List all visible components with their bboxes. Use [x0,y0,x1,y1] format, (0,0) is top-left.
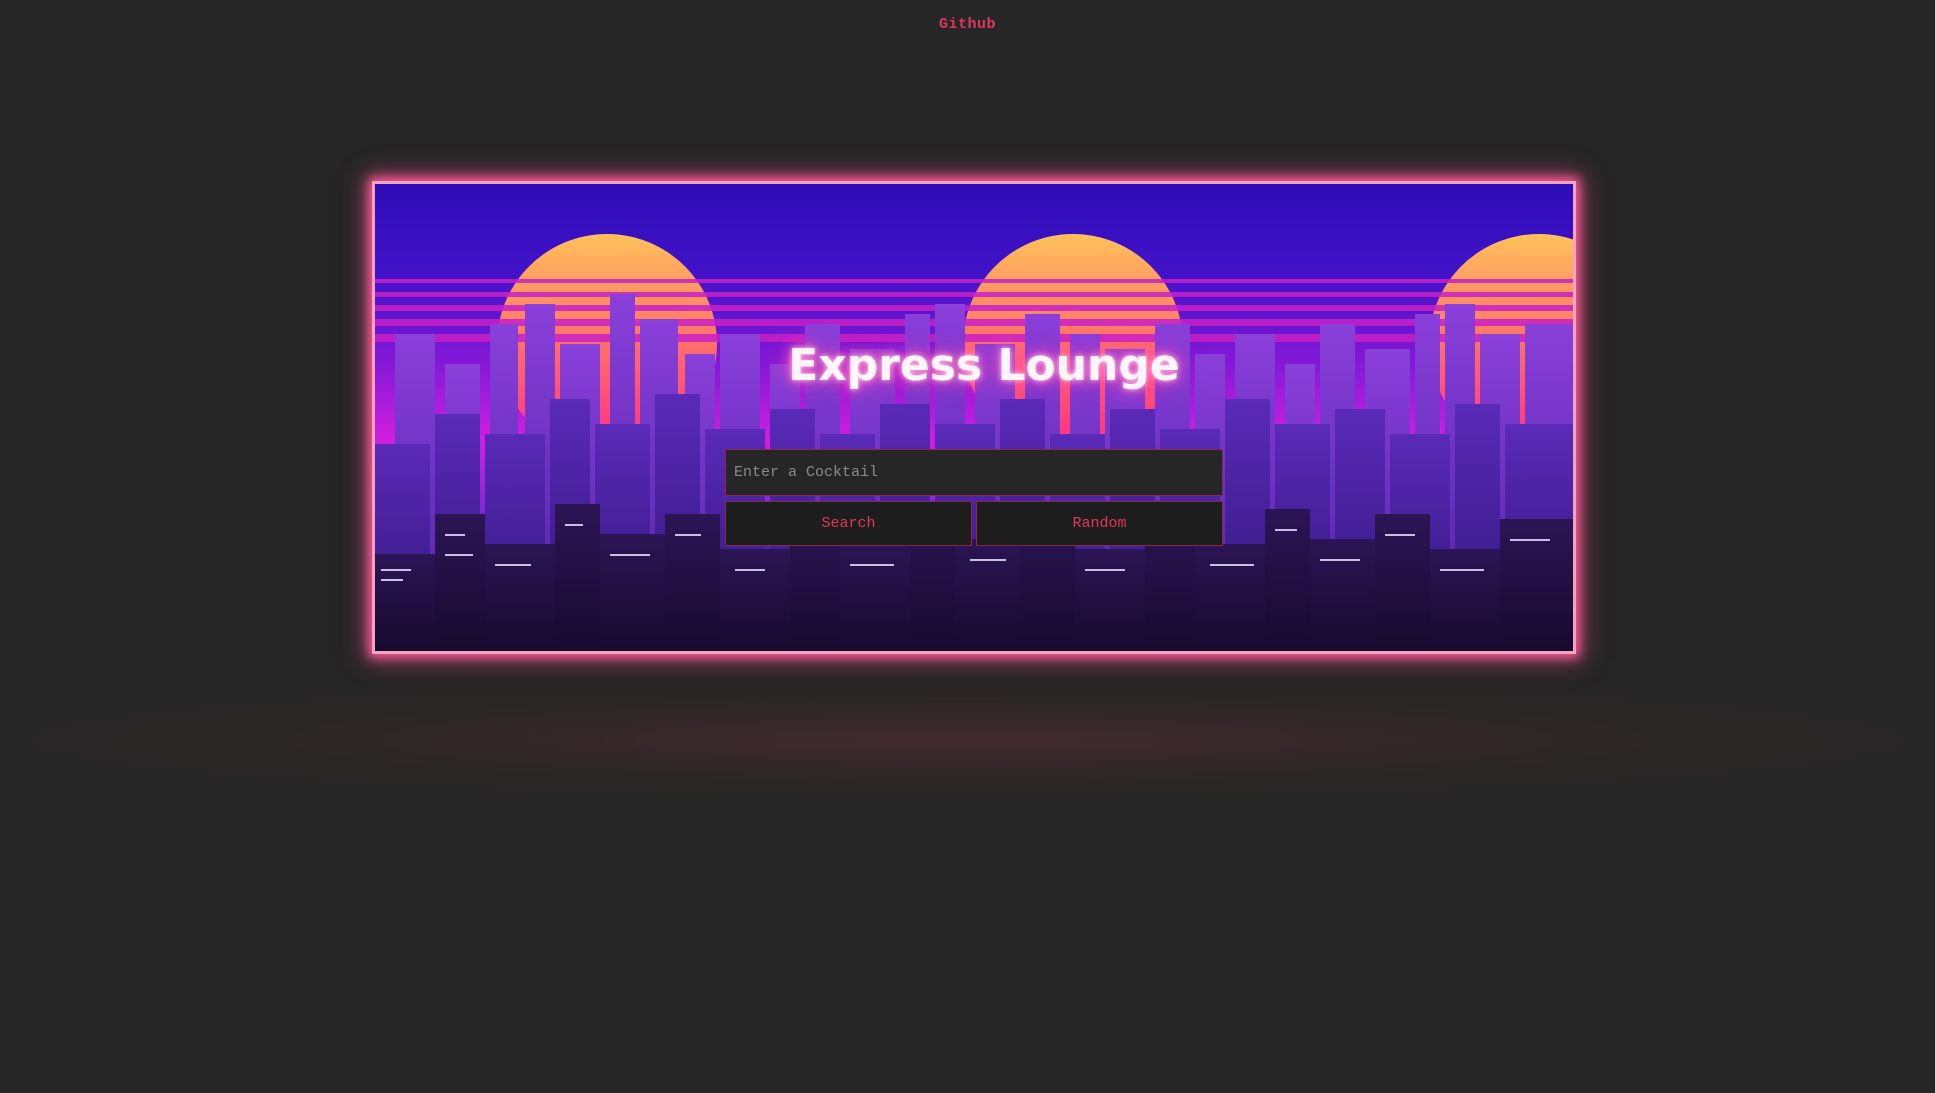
search-button[interactable]: Search [725,501,972,546]
page: Github Express Lounge Enter a Cocktail S… [0,0,1935,1093]
hero-banner: Express Lounge Search Random [372,181,1576,654]
synthwave-city-background [375,234,1573,651]
cocktail-search-input[interactable] [725,449,1223,496]
floor-glow [0,680,1935,800]
page-title: Express Lounge [788,340,1180,391]
github-link[interactable]: Github [0,16,1935,33]
random-button[interactable]: Random [976,501,1223,546]
